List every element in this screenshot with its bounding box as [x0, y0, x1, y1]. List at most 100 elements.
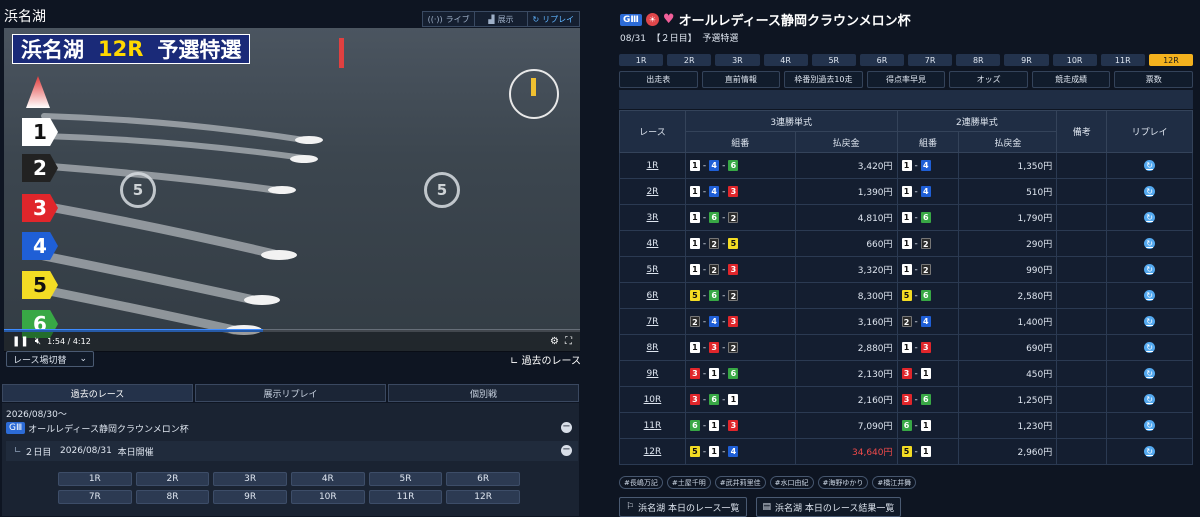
- replay-icon[interactable]: ↻: [1144, 394, 1156, 405]
- racer-tag[interactable]: #海野ゆかり: [817, 476, 869, 489]
- tab-past-10[interactable]: 枠番別過去10走: [784, 71, 863, 88]
- chevron-down-icon: ⌄: [79, 354, 87, 364]
- video-player[interactable]: 浜名湖 12R 予選特選 1 2 3 4 5 6 5 5: [4, 28, 580, 351]
- replay-icon[interactable]: ↻: [1144, 290, 1156, 301]
- note-cell: [1056, 412, 1108, 439]
- collapse-icon[interactable]: −: [561, 422, 572, 433]
- race-tab-3r[interactable]: 3R: [715, 54, 760, 66]
- left-tabs: 過去のレース 展示リプレイ 個別戦: [2, 384, 579, 402]
- past-race-button[interactable]: 1R: [58, 472, 132, 486]
- race-tab-8r[interactable]: 8R: [956, 54, 1001, 66]
- race-link[interactable]: 5R: [646, 265, 658, 275]
- past-race-button[interactable]: 10R: [290, 490, 365, 504]
- replay-icon[interactable]: ↻: [1144, 160, 1156, 171]
- race-link[interactable]: 1R: [646, 161, 658, 171]
- race-link[interactable]: 9R: [646, 369, 658, 379]
- table-row: 2R 1-4-3 1,390円 1-4 510円 ↻: [619, 178, 1193, 205]
- pause-icon[interactable]: ❚❚: [12, 336, 29, 347]
- settings-icon[interactable]: ⚙: [550, 336, 559, 347]
- tab-exhibition-replay[interactable]: 展示リプレイ: [195, 384, 386, 402]
- race-link[interactable]: 4R: [646, 239, 658, 249]
- race-link[interactable]: 10R: [644, 395, 662, 405]
- trifecta-payout: 7,090円: [794, 412, 898, 439]
- boat-number-box: 1: [728, 394, 739, 405]
- race-tab-10r[interactable]: 10R: [1052, 54, 1097, 66]
- tab-past-races[interactable]: 過去のレース: [2, 384, 193, 402]
- race-overlay: 浜名湖 12R 予選特選: [12, 34, 251, 64]
- results-table: レース 3連勝単式 2連勝単式 備考 リプレイ 組番 払戻金 組番 払戻金 1R…: [619, 110, 1193, 465]
- header-trifecta: 3連勝単式: [684, 110, 898, 132]
- race-link[interactable]: 2R: [646, 187, 658, 197]
- race-link[interactable]: 6R: [646, 291, 658, 301]
- replay-icon[interactable]: ↻: [1144, 446, 1156, 457]
- boat-number-box: 1: [689, 264, 700, 275]
- race-tab-5r[interactable]: 5R: [811, 54, 856, 66]
- racer-tag[interactable]: #土屋千明: [666, 476, 711, 489]
- flag-icon: ⚐: [626, 502, 635, 512]
- past-race-button[interactable]: 4R: [290, 472, 365, 486]
- rewind-5s-button[interactable]: 5: [120, 172, 156, 208]
- race-tab-4r[interactable]: 4R: [763, 54, 808, 66]
- collapse-icon[interactable]: −: [561, 445, 572, 456]
- today-races-button[interactable]: ⚐ 浜名湖 本日のレース一覧: [619, 497, 747, 517]
- tab-votes[interactable]: 票数: [1114, 71, 1194, 88]
- race-switch-dropdown[interactable]: レース場切替 ⌄: [6, 351, 94, 367]
- race-tab-6r[interactable]: 6R: [859, 54, 905, 66]
- replay-icon[interactable]: ↻: [1144, 212, 1156, 223]
- race-link[interactable]: 8R: [646, 343, 658, 353]
- race-tab-12r[interactable]: 12R: [1148, 54, 1194, 66]
- tab-replay[interactable]: ↻ リプレイ: [528, 12, 579, 26]
- racer-tag[interactable]: #長嶋万記: [619, 476, 663, 489]
- replay-icon[interactable]: ↻: [1144, 368, 1156, 379]
- today-results-button[interactable]: ▤ 浜名湖 本日のレース結果一覧: [755, 497, 902, 517]
- past-race-button[interactable]: 9R: [213, 490, 287, 504]
- race-link[interactable]: 7R: [646, 317, 658, 327]
- replay-icon[interactable]: ↻: [1144, 342, 1156, 353]
- past-race-button[interactable]: 6R: [446, 472, 520, 486]
- tab-live[interactable]: ((·)) ライブ: [423, 12, 476, 26]
- race-link[interactable]: 3R: [646, 213, 658, 223]
- tab-pre-race-info[interactable]: 直前情報: [701, 71, 781, 88]
- mute-icon[interactable]: 🔇︎: [35, 336, 41, 347]
- past-race-button[interactable]: 3R: [213, 472, 287, 486]
- past-race-button[interactable]: 7R: [58, 490, 132, 504]
- past-date: 2026/08/31: [60, 446, 112, 456]
- racer-tag[interactable]: #橋江井舞: [872, 476, 917, 489]
- past-race-button[interactable]: 5R: [368, 472, 443, 486]
- past-race-button[interactable]: 12R: [446, 490, 520, 504]
- past-race-button[interactable]: 8R: [135, 490, 210, 504]
- boat-number-box: 1: [920, 368, 931, 379]
- tab-exhibition[interactable]: ▟ 展示: [475, 12, 528, 26]
- broadcast-icon: ((·)): [427, 14, 443, 24]
- race-tab-9r[interactable]: 9R: [1004, 54, 1049, 66]
- trifecta-payout: 660円: [794, 230, 898, 257]
- tab-score-rate[interactable]: 得点率早見: [866, 71, 946, 88]
- replay-icon[interactable]: ↻: [1144, 238, 1156, 249]
- tab-individual[interactable]: 個別戦: [388, 384, 579, 402]
- tab-entry-list[interactable]: 出走表: [619, 71, 698, 88]
- forward-5s-button[interactable]: 5: [424, 172, 460, 208]
- race-tab-7r[interactable]: 7R: [908, 54, 953, 66]
- race-tab-1r[interactable]: 1R: [619, 54, 664, 66]
- race-link[interactable]: 11R: [644, 421, 662, 431]
- tab-odds[interactable]: オッズ: [949, 71, 1028, 88]
- table-row: 3R 1-6-2 4,810円 1-6 1,790円 ↻: [619, 204, 1193, 231]
- replay-icon[interactable]: ↻: [1144, 316, 1156, 327]
- racer-tag[interactable]: #武井莉里佳: [714, 476, 766, 489]
- past-race-link[interactable]: ∟ 過去のレース: [510, 352, 581, 367]
- race-tab-11r[interactable]: 11R: [1100, 54, 1145, 66]
- replay-icon[interactable]: ↻: [1144, 420, 1156, 431]
- past-race-button[interactable]: 11R: [368, 490, 443, 504]
- trifecta-combo: 3-1-6: [684, 360, 796, 387]
- replay-icon[interactable]: ↻: [1144, 264, 1156, 275]
- past-event-row[interactable]: GⅢ オールレディース静岡クラウンメロン杯 −: [6, 418, 578, 438]
- past-day-row[interactable]: ∟ ２日目 2026/08/31 本日開催 −: [6, 441, 578, 461]
- race-tab-2r[interactable]: 2R: [667, 54, 712, 66]
- tab-results[interactable]: 競走成績: [1031, 71, 1111, 88]
- fullscreen-icon[interactable]: ⛶: [565, 336, 572, 347]
- replay-icon[interactable]: ↻: [1144, 186, 1156, 197]
- racer-tag[interactable]: #水口由紀: [769, 476, 814, 489]
- race-link[interactable]: 12R: [644, 447, 662, 457]
- past-race-button[interactable]: 2R: [135, 472, 210, 486]
- exacta-payout: 990円: [958, 256, 1058, 283]
